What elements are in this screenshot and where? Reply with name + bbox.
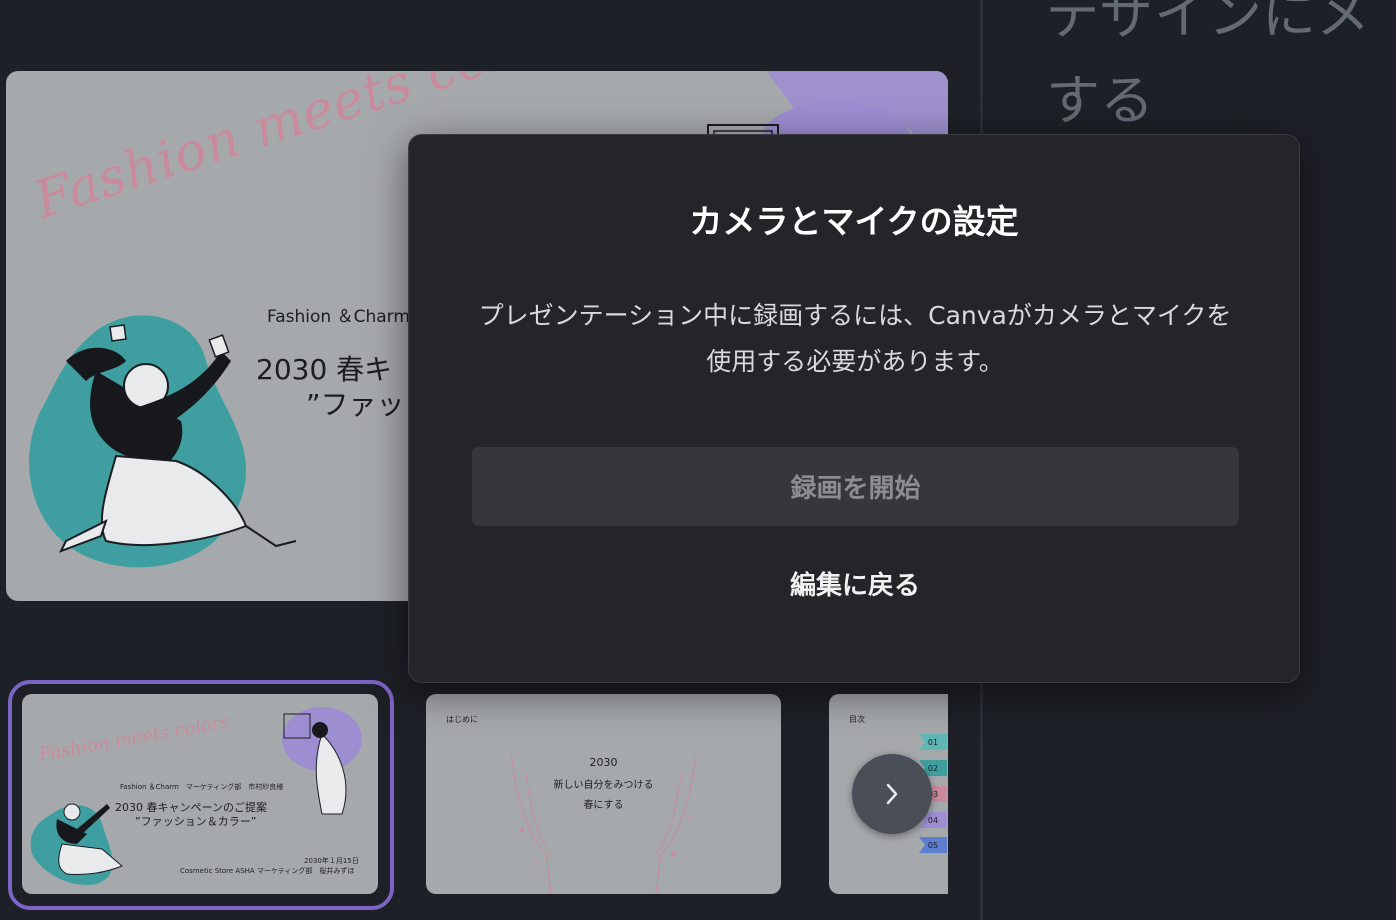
slide-thumbnail-1[interactable]: Fashion meets colors Fashion ＆Charm マーケテ… <box>22 694 378 894</box>
thumbnail-1-brand: Fashion ＆Charm マーケティング部 市村紗良様 <box>120 783 284 791</box>
toc-tag: 05 <box>919 837 947 853</box>
thumbnail-1-subtitle: ”ファッション＆カラー” <box>135 815 257 828</box>
thumbnail-2-year: 2030 <box>589 756 618 769</box>
back-to-editing-button[interactable]: 編集に戻る <box>709 553 1001 613</box>
dialog-description: プレゼンテーション中に録画するには、Canvaがカメラとマイクを使用する必要があ… <box>478 301 1232 376</box>
slide-subtitle-line: ”ファッ <box>306 388 405 421</box>
thumbnail-1-date: 2030年１月15日 <box>304 857 359 865</box>
presenter-view: デザインにメ する Fashion meets colors Fashion ＆… <box>0 0 1396 920</box>
dialog-title: カメラとマイクの設定 <box>689 202 1019 241</box>
thumbnail-2-line2: 春にする <box>583 800 624 811</box>
slide-title-line: 2030 春キ <box>256 353 393 386</box>
slide-thumbnail-2[interactable]: ✦ ✧ ✧ ✦ はじめに 2030 新しい自分をみつける 春にする <box>426 694 781 894</box>
thumbnail-2-heading: はじめに <box>446 715 478 724</box>
thumbnail-3-heading: 目次 <box>849 715 865 724</box>
svg-text:✦: ✦ <box>668 847 678 861</box>
svg-text:✧: ✧ <box>686 814 694 825</box>
toc-tag: 01 <box>919 734 947 750</box>
thumbnail-1-store: Cosmetic Store ASHA マーケティング部 桜井みずほ <box>180 867 355 875</box>
chevron-right-icon <box>886 783 898 805</box>
thumbnail-2-line1: 新しい自分をみつける <box>553 780 654 791</box>
thumbnail-2-artwork: ✦ ✧ ✧ ✦ <box>510 753 697 894</box>
start-recording-button[interactable]: 録画を開始 <box>472 447 1239 526</box>
camera-mic-settings-dialog: カメラとマイクの設定 プレゼンテーション中に録画するには、Canvaがカメラとマ… <box>408 134 1300 683</box>
svg-text:✦: ✦ <box>518 826 526 837</box>
next-slides-button[interactable] <box>852 754 932 834</box>
side-panel-heading: デザインにメ する <box>1046 0 1370 132</box>
svg-text:✧: ✧ <box>531 855 541 869</box>
slide-brand-line: Fashion ＆Charm <box>267 307 410 327</box>
